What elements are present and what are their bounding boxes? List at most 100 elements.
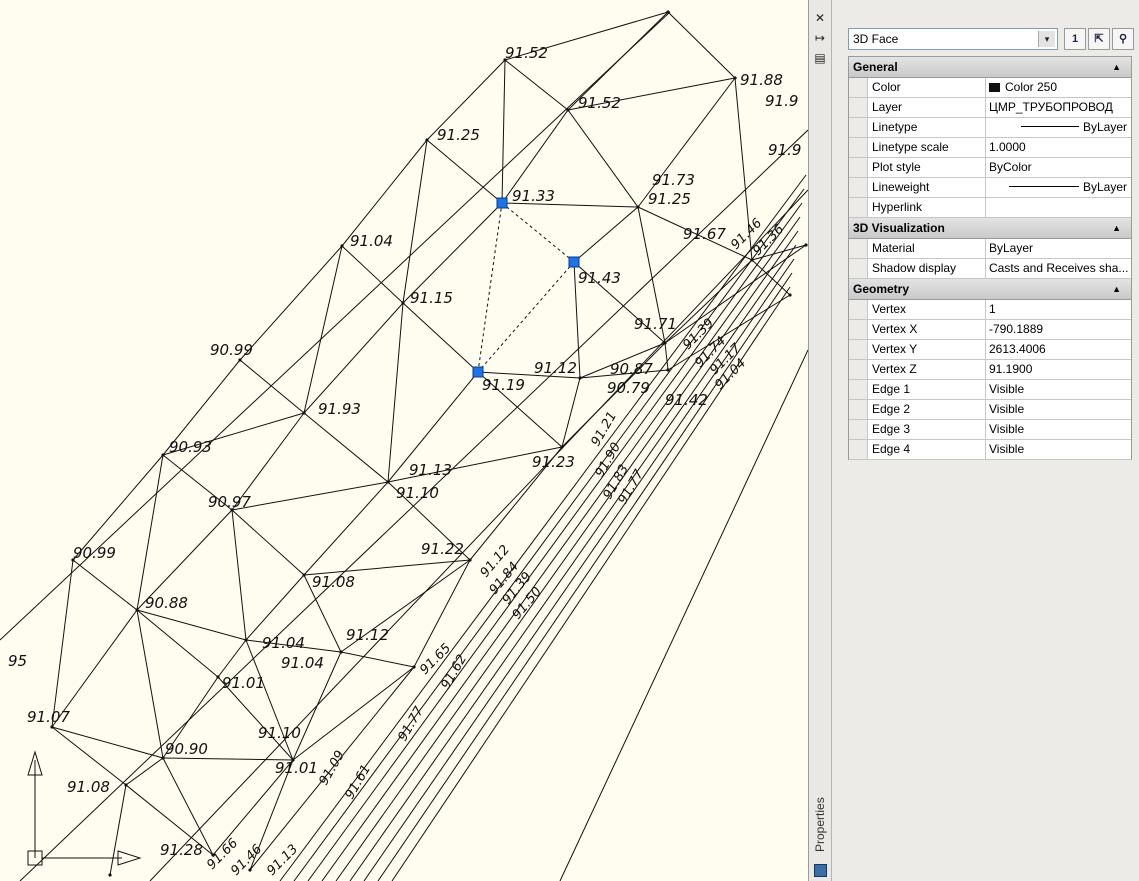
property-value[interactable]: 91.1900	[986, 360, 1131, 379]
elevation-label: 91.13	[409, 461, 452, 479]
property-value[interactable]: Visible	[986, 420, 1131, 439]
boundary-line	[149, 189, 808, 881]
property-name: Linetype	[868, 118, 986, 137]
tin-vertex	[566, 108, 570, 112]
property-row[interactable]: Lineweight ByLayer	[849, 178, 1131, 198]
property-value[interactable]	[986, 198, 1131, 217]
select-objects-button[interactable]: ⇱	[1088, 28, 1110, 50]
property-value[interactable]: Visible	[986, 380, 1131, 399]
selected-face-edge[interactable]	[501, 202, 575, 263]
elevation-label: 90.90	[165, 740, 208, 758]
elevation-label: 91.9	[765, 92, 798, 110]
tin-edge	[402, 139, 428, 304]
breakline	[321, 216, 801, 881]
property-value[interactable]: 1.0000	[986, 138, 1131, 157]
property-value[interactable]: ЦМР_ТРУБОПРОВОД	[986, 98, 1131, 117]
property-row[interactable]: Vertex X -790.1889	[849, 320, 1131, 340]
elevation-label: 90.99	[210, 341, 253, 359]
property-row[interactable]: Vertex 1	[849, 300, 1131, 320]
tin-vertex	[302, 573, 306, 577]
property-value[interactable]: Casts and Receives sha...	[986, 259, 1131, 278]
tin-edge	[303, 412, 389, 483]
section-header[interactable]: Geometry ▲	[849, 279, 1131, 300]
drawing-canvas[interactable]: 91.52 91.52 91.88 91.9 91.25 91.9 91.73 91.25 91…	[0, 0, 808, 881]
grip-handle[interactable]	[568, 256, 580, 268]
row-indent	[849, 138, 868, 157]
collapse-icon[interactable]: ▲	[1112, 218, 1121, 238]
property-value[interactable]: -790.1889	[986, 320, 1131, 339]
elevation-label: 91.73	[652, 171, 695, 189]
autohide-icon[interactable]: ↦	[813, 32, 827, 44]
property-value[interactable]: ByColor	[986, 158, 1131, 177]
property-value[interactable]: Color 250	[986, 78, 1131, 97]
property-row[interactable]: Edge 4 Visible	[849, 440, 1131, 460]
elevation-label: 91.22	[421, 540, 464, 558]
property-row[interactable]: Plot style ByColor	[849, 158, 1131, 178]
tin-vertex	[135, 608, 139, 612]
tin-edge	[231, 481, 389, 511]
property-value[interactable]: ByLayer	[986, 118, 1131, 137]
tin-vertex	[161, 453, 165, 457]
property-row[interactable]: Color Color 250	[849, 78, 1131, 98]
tin-mesh[interactable]: 91.5291.5291.8891.991.2591.991.7391.2591…	[0, 0, 808, 881]
toggle-pickadd-button[interactable]: 1	[1064, 28, 1086, 50]
elevation-label: 91.01	[222, 674, 265, 692]
section-header[interactable]: 3D Visualization ▲	[849, 218, 1131, 239]
quick-select-button[interactable]: ⚲	[1112, 28, 1134, 50]
grip-handle[interactable]	[472, 366, 484, 378]
row-indent	[849, 400, 868, 419]
elevation-label: 91.09	[316, 748, 348, 788]
elevation-label: 91.12	[534, 359, 577, 377]
property-row[interactable]: Linetype scale 1.0000	[849, 138, 1131, 158]
section-title: 3D Visualization	[853, 221, 945, 235]
property-value-text: Visible	[989, 442, 1025, 456]
property-row[interactable]: Material ByLayer	[849, 239, 1131, 259]
elevation-label: 91.04	[281, 654, 324, 672]
elevation-label: 91.88	[740, 71, 783, 89]
collapse-icon[interactable]: ▲	[1112, 57, 1121, 77]
elevation-label: 91.04	[350, 232, 393, 250]
property-row[interactable]: Hyperlink	[849, 198, 1131, 218]
elevation-label: 91.67	[683, 225, 726, 243]
property-row[interactable]: Edge 2 Visible	[849, 400, 1131, 420]
tin-edge	[217, 639, 247, 678]
palette-menu-icon[interactable]: ▤	[813, 52, 827, 64]
elevation-label: 91.28	[160, 841, 203, 859]
selected-face-edge[interactable]	[477, 202, 503, 373]
tin-edge	[72, 559, 138, 611]
section-header[interactable]: General ▲	[849, 57, 1131, 78]
property-row[interactable]: Edge 3 Visible	[849, 420, 1131, 440]
property-row[interactable]: Layer ЦМР_ТРУБОПРОВОД	[849, 98, 1131, 118]
property-row[interactable]: Vertex Y 2613.4006	[849, 340, 1131, 360]
tin-edge	[341, 245, 404, 304]
close-icon[interactable]: ✕	[813, 12, 827, 24]
property-value[interactable]: 2613.4006	[986, 340, 1131, 359]
property-value-text: -790.1889	[989, 322, 1044, 336]
chevron-down-icon[interactable]: ▾	[1038, 31, 1055, 47]
collapse-icon[interactable]: ▲	[1112, 279, 1121, 299]
property-value[interactable]: ByLayer	[986, 178, 1131, 197]
property-row[interactable]: Edge 1 Visible	[849, 380, 1131, 400]
properties-icon[interactable]	[814, 864, 827, 877]
property-row[interactable]: Linetype ByLayer	[849, 118, 1131, 138]
row-indent	[849, 178, 868, 197]
property-value[interactable]: 1	[986, 300, 1131, 319]
property-value[interactable]: ByLayer	[986, 239, 1131, 258]
elevation-label: 90.87	[610, 360, 653, 378]
section-title: General	[853, 60, 898, 74]
property-row[interactable]: Shadow display Casts and Receives sha...	[849, 259, 1131, 279]
property-row[interactable]: Vertex Z 91.1900	[849, 360, 1131, 380]
property-name: Edge 1	[868, 380, 986, 399]
tin-edge	[51, 726, 127, 786]
row-indent	[849, 198, 868, 217]
grip-handle[interactable]	[496, 197, 508, 209]
selected-face-edge[interactable]	[477, 261, 575, 373]
elevation-label: 91.43	[578, 269, 621, 287]
object-type-dropdown[interactable]: 3D Face ▾	[848, 28, 1058, 50]
row-indent	[849, 320, 868, 339]
tin-vertex	[733, 76, 737, 80]
property-value[interactable]: Visible	[986, 440, 1131, 459]
tin-vertex	[560, 445, 564, 449]
property-value[interactable]: Visible	[986, 400, 1131, 419]
tin-edge	[239, 245, 343, 361]
